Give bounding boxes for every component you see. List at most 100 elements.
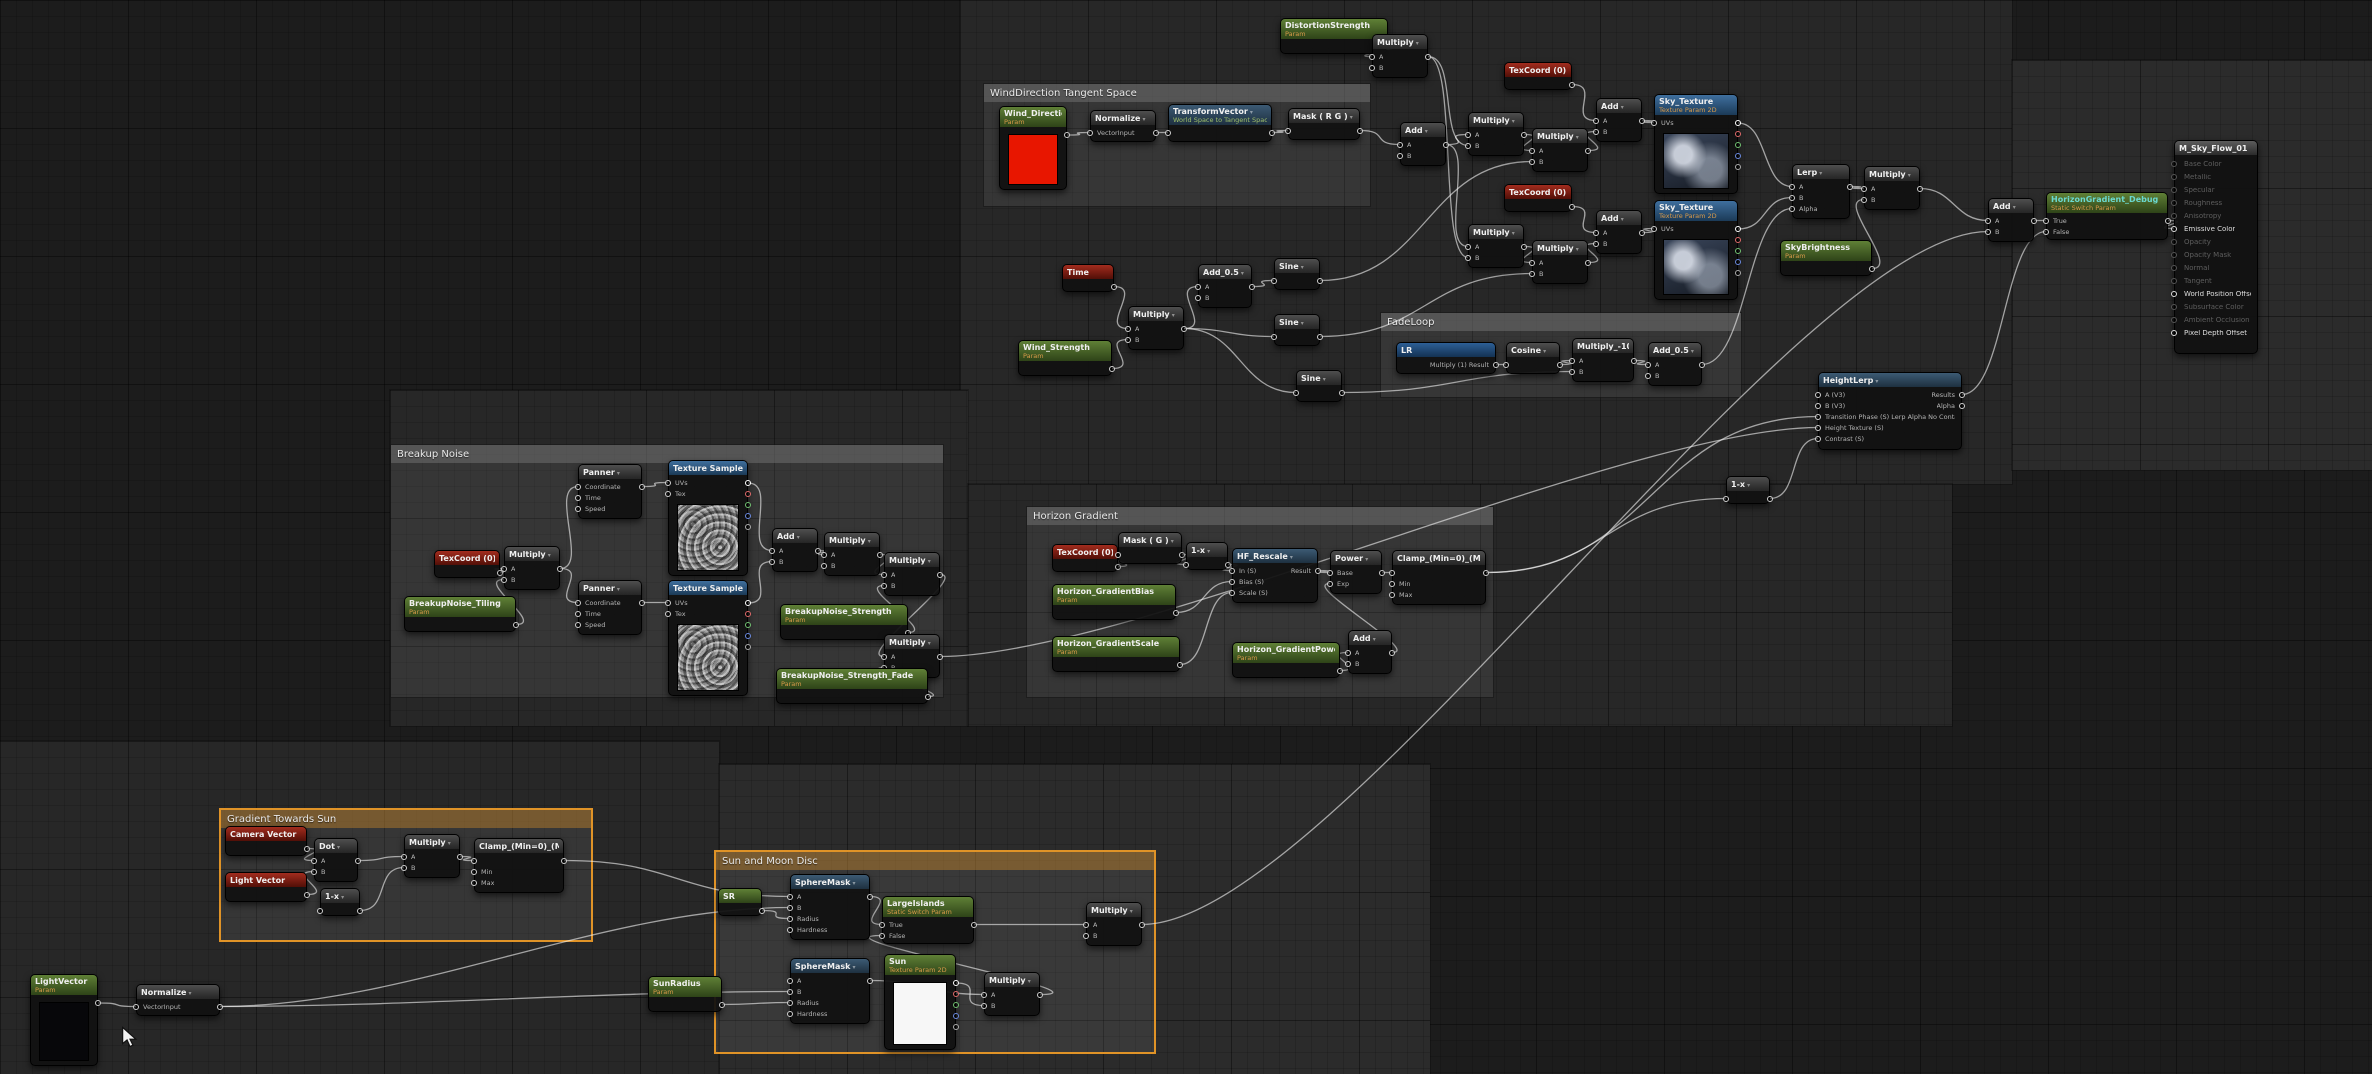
output-pin[interactable] bbox=[1315, 568, 1321, 574]
node-header[interactable]: BreakupNoise_TilingParam bbox=[405, 597, 515, 617]
node-add-0-5[interactable]: Add_0.5AB bbox=[1198, 264, 1252, 308]
node-horizon-gradientpower[interactable]: Horizon_GradientPowerParam bbox=[1232, 642, 1340, 678]
node-header[interactable]: HeightLerp bbox=[1819, 373, 1961, 387]
node-header[interactable]: Add bbox=[1597, 211, 1641, 225]
input-pin[interactable] bbox=[401, 854, 407, 860]
node-header[interactable]: Multiply bbox=[885, 553, 939, 567]
input-pin[interactable] bbox=[1465, 255, 1471, 261]
node-wind-strength[interactable]: Wind_StrengthParam bbox=[1018, 340, 1112, 376]
node-heightlerp[interactable]: HeightLerpA (V3)ResultsB (V3)AlphaTransi… bbox=[1818, 372, 1962, 450]
node-add[interactable]: AddAB bbox=[1988, 198, 2034, 242]
output-pin[interactable] bbox=[1735, 142, 1741, 148]
output-pin[interactable] bbox=[745, 491, 751, 497]
output-pin[interactable] bbox=[2165, 218, 2171, 224]
node-header[interactable]: Multiply bbox=[1087, 903, 1141, 917]
input-pin[interactable] bbox=[1789, 195, 1795, 201]
node-sunradius[interactable]: SunRadiusParam bbox=[648, 976, 722, 1012]
output-pin[interactable] bbox=[217, 1004, 223, 1010]
output-pin[interactable] bbox=[1639, 118, 1645, 124]
output-pin[interactable] bbox=[1735, 237, 1741, 243]
output-pin[interactable] bbox=[867, 978, 873, 984]
node-header[interactable]: LightVectorParam bbox=[31, 975, 97, 995]
output-pin[interactable] bbox=[357, 908, 363, 914]
output-pin[interactable] bbox=[1735, 164, 1741, 170]
node-header[interactable]: Wind_DirectionParam bbox=[1000, 107, 1066, 127]
output-pin[interactable] bbox=[937, 572, 943, 578]
comment-header[interactable]: Sun and Moon Disc bbox=[716, 852, 1154, 870]
node-spheremask[interactable]: SphereMaskABRadiusHardness bbox=[790, 958, 870, 1024]
node-sine[interactable]: Sine bbox=[1274, 314, 1320, 346]
node-multiply[interactable]: MultiplyAB bbox=[1468, 224, 1524, 268]
node-breakupnoise-strength-fade[interactable]: BreakupNoise_Strength_FadeParam bbox=[776, 668, 928, 704]
node-multiply-10[interactable]: Multiply_-10AB bbox=[1572, 338, 1634, 382]
material-graph-canvas[interactable]: WindDirection Tangent SpaceFadeLoopBreak… bbox=[0, 0, 2372, 1074]
output-pin[interactable] bbox=[1483, 570, 1489, 576]
input-pin[interactable] bbox=[665, 491, 671, 497]
output-pin[interactable] bbox=[1917, 186, 1923, 192]
output-pin[interactable] bbox=[1767, 496, 1773, 502]
node-header[interactable]: Camera Vector bbox=[226, 827, 306, 841]
node-mask-g[interactable]: Mask ( G ) bbox=[1118, 532, 1182, 564]
node-header[interactable]: Dot bbox=[315, 839, 357, 853]
input-pin[interactable] bbox=[1285, 128, 1291, 134]
input-pin[interactable] bbox=[1789, 184, 1795, 190]
input-pin[interactable] bbox=[575, 600, 581, 606]
input-pin[interactable] bbox=[2171, 330, 2177, 336]
node-header[interactable]: Clamp_(Min=0)_(Max=1) bbox=[475, 839, 563, 853]
output-pin[interactable] bbox=[1569, 82, 1575, 88]
input-pin[interactable] bbox=[1651, 226, 1657, 232]
input-pin[interactable] bbox=[879, 933, 885, 939]
output-pin[interactable] bbox=[1735, 120, 1741, 126]
node-header[interactable]: Add bbox=[1989, 199, 2033, 213]
output-pin[interactable] bbox=[457, 854, 463, 860]
comment-header[interactable]: Breakup Noise bbox=[391, 445, 943, 463]
output-pin[interactable] bbox=[1425, 54, 1431, 60]
output-pin[interactable] bbox=[745, 480, 751, 486]
node-wind-direction[interactable]: Wind_DirectionParam bbox=[999, 106, 1067, 190]
node-header[interactable]: Horizon_GradientScaleParam bbox=[1053, 637, 1179, 657]
node-sky-texture[interactable]: Sky_TextureTexture Param 2DUVs bbox=[1654, 94, 1738, 194]
input-pin[interactable] bbox=[821, 552, 827, 558]
input-pin[interactable] bbox=[1115, 552, 1121, 558]
node-sine[interactable]: Sine bbox=[1296, 370, 1342, 402]
output-pin[interactable] bbox=[1269, 130, 1275, 136]
node-1-x[interactable]: 1-x bbox=[1186, 542, 1228, 570]
input-pin[interactable] bbox=[1861, 197, 1867, 203]
node-header[interactable]: Time bbox=[1063, 265, 1113, 279]
node-spheremask[interactable]: SphereMaskABRadiusHardness bbox=[790, 874, 870, 940]
input-pin[interactable] bbox=[787, 1000, 793, 1006]
input-pin[interactable] bbox=[787, 894, 793, 900]
node-time[interactable]: Time bbox=[1062, 264, 1114, 292]
input-pin[interactable] bbox=[1195, 284, 1201, 290]
node-panner[interactable]: PannerCoordinateTimeSpeed bbox=[578, 464, 642, 519]
node-1-x[interactable]: 1-x bbox=[1726, 476, 1770, 504]
output-pin[interactable] bbox=[1521, 244, 1527, 250]
output-pin[interactable] bbox=[1639, 230, 1645, 236]
node-multiply[interactable]: MultiplyAB bbox=[1468, 112, 1524, 156]
node-header[interactable]: Add bbox=[773, 529, 817, 543]
input-pin[interactable] bbox=[879, 922, 885, 928]
node-texcoord-0[interactable]: TexCoord (0) bbox=[1504, 62, 1572, 90]
input-pin[interactable] bbox=[1369, 65, 1375, 71]
input-pin[interactable] bbox=[1815, 392, 1821, 398]
output-pin[interactable] bbox=[639, 484, 645, 490]
input-pin[interactable] bbox=[1593, 118, 1599, 124]
node-header[interactable]: Multiply bbox=[1129, 307, 1183, 321]
node-header[interactable]: BreakupNoise_Strength_FadeParam bbox=[777, 669, 927, 689]
input-pin[interactable] bbox=[2171, 200, 2177, 206]
input-pin[interactable] bbox=[1593, 241, 1599, 247]
input-pin[interactable] bbox=[1789, 206, 1795, 212]
output-pin[interactable] bbox=[1225, 562, 1231, 568]
node-header[interactable]: Multiply bbox=[1533, 241, 1587, 255]
node-dot[interactable]: DotAB bbox=[314, 838, 358, 882]
node-skybrightness[interactable]: SkyBrightnessParam bbox=[1780, 240, 1872, 276]
output-pin[interactable] bbox=[1631, 358, 1637, 364]
output-pin[interactable] bbox=[1521, 132, 1527, 138]
node-mask-r-g[interactable]: Mask ( R G ) bbox=[1288, 108, 1360, 140]
output-pin[interactable] bbox=[1337, 668, 1343, 674]
output-pin[interactable] bbox=[1139, 922, 1145, 928]
output-pin[interactable] bbox=[1569, 204, 1575, 210]
node-header[interactable]: SphereMask bbox=[791, 959, 869, 973]
input-pin[interactable] bbox=[1389, 570, 1395, 576]
node-texcoord-0[interactable]: TexCoord (0) bbox=[1504, 184, 1572, 212]
